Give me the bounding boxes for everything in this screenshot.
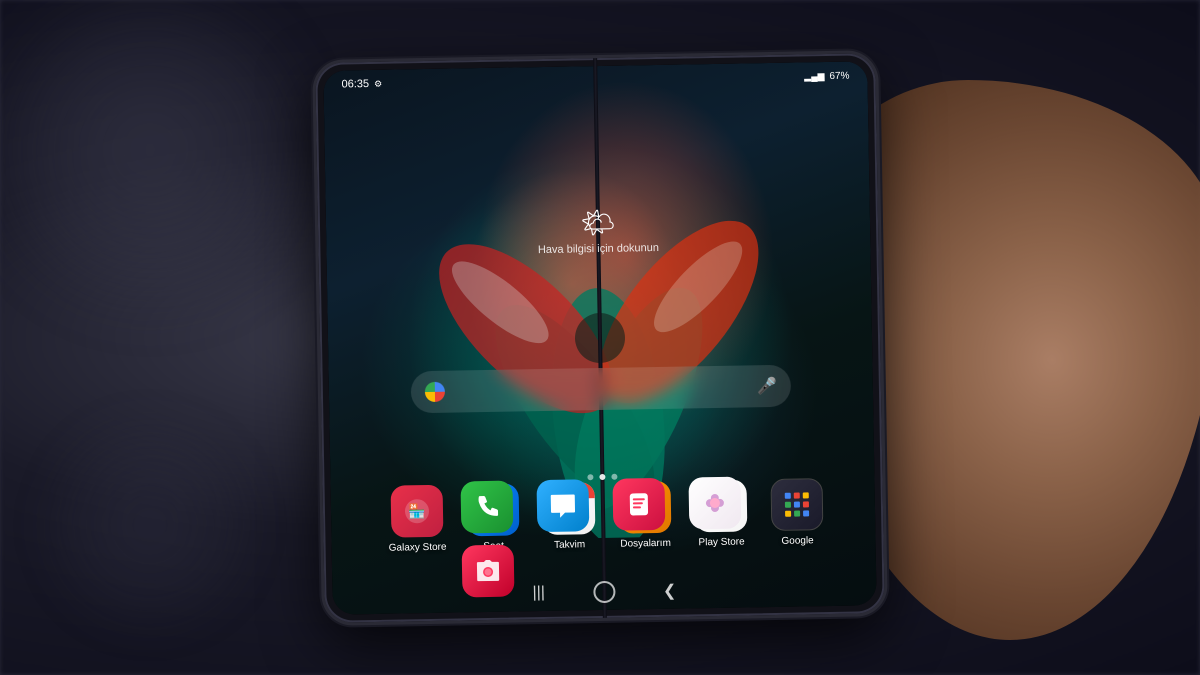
galaxy-store-label: Galaxy Store	[389, 541, 447, 553]
microphone-icon[interactable]: 🎤	[757, 375, 777, 395]
signal-icon: ▂▄▆	[804, 70, 824, 81]
messages-icon	[536, 479, 589, 532]
battery-display: 67%	[829, 70, 849, 81]
search-bar[interactable]: 🎤	[411, 364, 792, 413]
app-google[interactable]: Google	[762, 477, 831, 546]
dot-9	[803, 510, 809, 516]
home-button[interactable]	[593, 580, 615, 602]
google-label: Google	[781, 535, 813, 547]
dot-6	[803, 501, 809, 507]
dock-phone[interactable]	[452, 480, 521, 533]
flower-icon	[688, 476, 741, 529]
phone-icon	[460, 480, 513, 533]
dot-4	[785, 501, 791, 507]
recents-button[interactable]: |||	[532, 584, 545, 602]
weather-icon: 🌤	[537, 204, 659, 239]
dock-messages[interactable]	[528, 479, 597, 532]
app-galaxy-store[interactable]: 🏪 Galaxy Store	[383, 484, 452, 553]
bg-blob-2	[50, 425, 250, 625]
yoink-icon	[612, 477, 665, 530]
dot-2	[794, 492, 800, 498]
bg-blob-1	[0, 0, 300, 300]
back-button[interactable]: ❮	[663, 580, 677, 600]
phone-device: 06:35 ⚙ ▂▄▆ 67% 🌤 Hava bilgisi için doku…	[315, 53, 885, 623]
scene: 06:35 ⚙ ▂▄▆ 67% 🌤 Hava bilgisi için doku…	[0, 0, 1200, 675]
dot-7	[785, 510, 791, 516]
weather-label: Hava bilgisi için dokunun	[538, 241, 659, 255]
weather-widget[interactable]: 🌤 Hava bilgisi için dokunun	[537, 204, 659, 255]
galaxy-store-icon: 🏪	[391, 484, 444, 537]
search-input-area[interactable]	[453, 386, 757, 391]
google-grid	[785, 492, 809, 516]
google-g-icon	[425, 381, 445, 401]
status-icons: ▂▄▆ 67%	[804, 70, 849, 82]
dot-5	[794, 501, 800, 507]
dock-flower[interactable]	[680, 476, 749, 529]
dock-yoink[interactable]	[604, 477, 673, 530]
dot-3	[803, 492, 809, 498]
dot-1	[785, 492, 791, 498]
status-time-area: 06:35 ⚙	[341, 77, 382, 90]
settings-icon: ⚙	[374, 78, 382, 89]
svg-text:🏪: 🏪	[408, 503, 426, 520]
dot-8	[794, 510, 800, 516]
google-icon	[770, 478, 823, 531]
clock-display: 06:35	[341, 77, 369, 89]
